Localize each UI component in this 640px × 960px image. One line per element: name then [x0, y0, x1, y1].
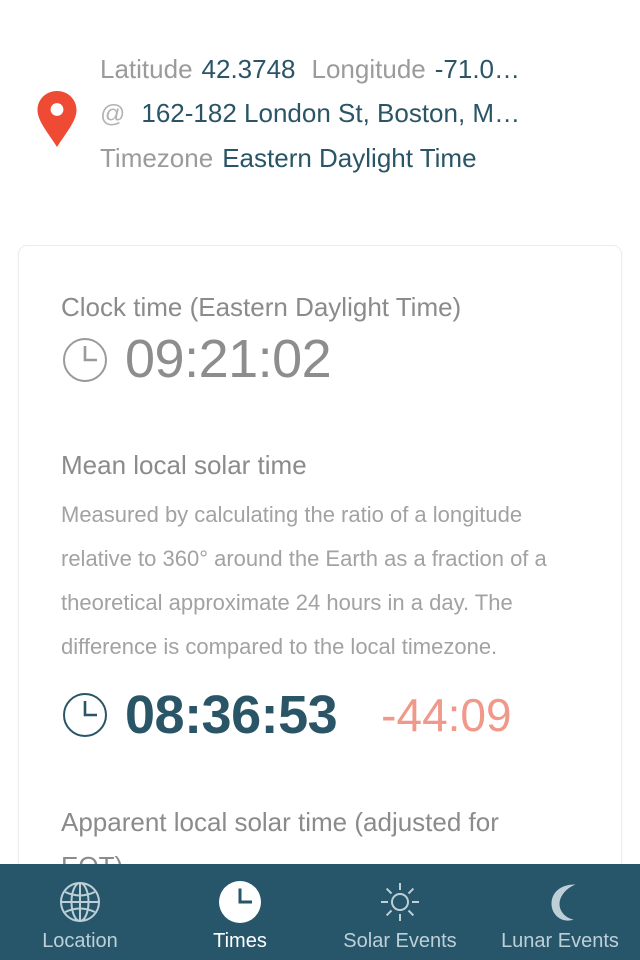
tab-solar-events[interactable]: Solar Events — [320, 864, 480, 960]
clock-icon — [61, 691, 115, 739]
clock-icon — [61, 336, 115, 384]
moon-icon — [538, 879, 582, 925]
address-line: @162-182 London St, Boston, M… — [100, 91, 622, 136]
location-lines: Latitude 42.3748 Longitude -71.0… @162-182 … — [96, 47, 622, 180]
timezone-value: Eastern Daylight Time — [222, 142, 477, 173]
mean-solar-delta: -44:09 — [381, 689, 512, 742]
sun-icon — [378, 879, 422, 925]
tab-label-lunar-events: Lunar Events — [501, 930, 619, 952]
tab-lunar-events[interactable]: Lunar Events — [480, 864, 640, 960]
timezone-label: Timezone — [100, 142, 214, 173]
longitude-label: Longitude — [311, 53, 426, 84]
globe-icon — [58, 879, 102, 925]
latlon-line: Latitude 42.3748 Longitude -71.0… — [100, 47, 622, 91]
clock-time-title: Clock time (Eastern Daylight Time) — [61, 292, 462, 322]
at-symbol-icon: @ — [100, 99, 126, 128]
mean-solar-time-row: 08:36:53 -44:09 — [61, 687, 579, 744]
times-card: Clock time (Eastern Daylight Time) 09:21… — [18, 245, 622, 960]
address-value: 162-182 London St, Boston, M… — [141, 97, 521, 128]
clock-time-value: 09:21:02 — [125, 329, 332, 390]
tab-label-location: Location — [42, 930, 118, 952]
tab-times[interactable]: Times — [160, 864, 320, 960]
map-pin-wrap — [18, 78, 96, 148]
mean-solar-time-value: 08:36:53 — [125, 685, 338, 746]
tab-label-times: Times — [213, 930, 267, 952]
tab-location[interactable]: Location — [0, 864, 160, 960]
tab-label-solar-events: Solar Events — [343, 930, 457, 952]
mean-solar-title: Mean local solar time — [61, 449, 307, 480]
timezone-line: Timezone Eastern Daylight Time — [100, 136, 622, 180]
latitude-label: Latitude — [100, 53, 193, 84]
longitude-value: -71.0… — [434, 53, 521, 84]
clock-time-row: 09:21:02 — [61, 331, 579, 388]
clock-icon — [217, 879, 263, 925]
latitude-value: 42.3748 — [201, 53, 296, 84]
mean-solar-description: Measured by calculating the ratio of a l… — [61, 502, 547, 660]
bottom-tabbar: Location Times Solar Events Lunar Events — [0, 864, 640, 960]
location-header: Latitude 42.3748 Longitude -71.0… @162-182 … — [0, 0, 640, 182]
map-pin-icon — [37, 91, 77, 147]
